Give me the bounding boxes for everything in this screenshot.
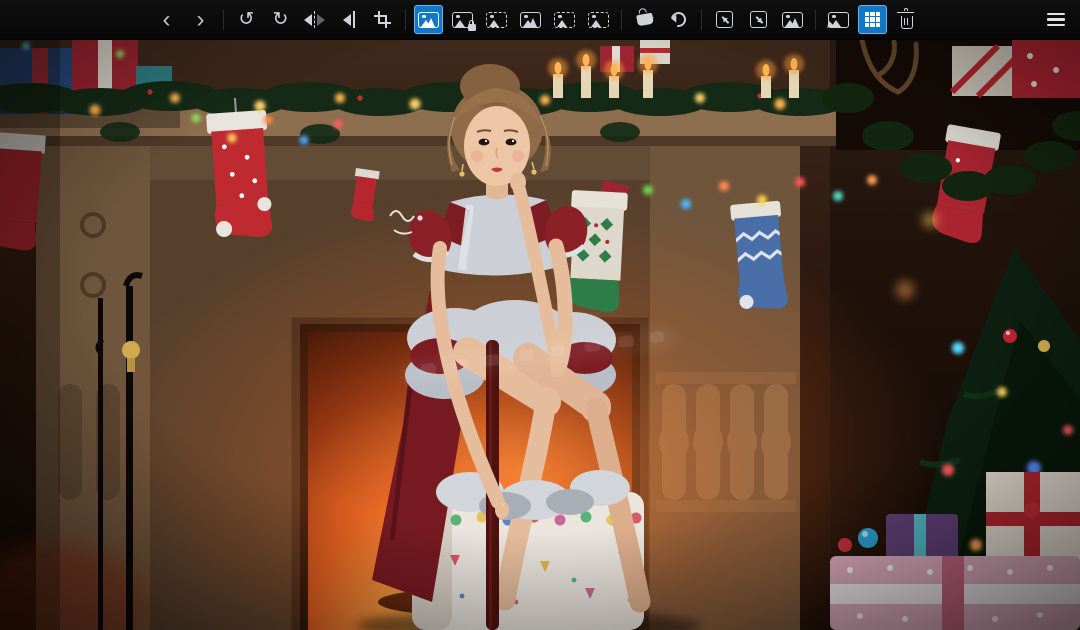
flip-vertical-icon (343, 11, 355, 28)
flip-horizontal-icon (304, 11, 325, 28)
toolbar-separator (223, 10, 224, 30)
rotate-ccw-button[interactable]: ↺ (232, 5, 261, 34)
view-mode-4-button[interactable] (516, 5, 545, 34)
actual-size-button[interactable] (778, 5, 807, 34)
image-frame-icon (418, 12, 439, 28)
trash-icon (901, 16, 913, 29)
image-frame-icon (520, 12, 541, 28)
toolbar-separator (701, 10, 702, 30)
toolbar-separator (405, 10, 406, 30)
fit-to-window-button[interactable] (414, 5, 443, 34)
shrink-to-fit-button[interactable] (710, 5, 739, 34)
vignette (0, 40, 1080, 630)
chevron-left-icon: ‹ (163, 8, 171, 32)
toolbar-separator (815, 10, 816, 30)
toolbar-group-view-modes (414, 5, 613, 34)
image-frame-dashed-icon (554, 12, 575, 28)
flip-horizontal-button[interactable] (300, 5, 329, 34)
hamburger-menu-icon (1047, 13, 1065, 27)
lock-zoom-button[interactable] (448, 5, 477, 34)
flip-vertical-button[interactable] (334, 5, 363, 34)
rotate-cw-icon: ↻ (273, 10, 289, 29)
set-wallpaper-button[interactable] (824, 5, 853, 34)
image-lock-icon (452, 12, 473, 28)
toolbar-group-scale (710, 5, 807, 34)
toolbar-group-transform: ↺ ↻ (232, 5, 397, 34)
image-export-icon (828, 12, 849, 28)
crop-icon (374, 11, 391, 28)
crop-button[interactable] (368, 5, 397, 34)
app-window: ‹ › ↺ ↻ (0, 0, 1080, 630)
image-viewer-canvas[interactable] (0, 40, 1080, 630)
toolbar-group-manage (824, 5, 921, 34)
next-button[interactable]: › (186, 5, 215, 34)
rotate-ccw-icon: ↺ (239, 10, 255, 29)
enlarge-icon (750, 11, 767, 28)
view-mode-5-button[interactable] (550, 5, 579, 34)
grid-icon (865, 12, 881, 28)
shrink-icon (716, 11, 733, 28)
thumbnail-grid-button[interactable] (858, 5, 887, 34)
toolbar-separator (621, 10, 622, 30)
rotate-cw-button[interactable]: ↻ (266, 5, 295, 34)
edge-shade-left (0, 40, 60, 630)
image-frame-dashed-icon (486, 12, 507, 28)
view-mode-6-button[interactable] (584, 5, 613, 34)
restore-button[interactable] (664, 5, 693, 34)
circular-arrow-icon (668, 9, 689, 30)
previous-button[interactable]: ‹ (152, 5, 181, 34)
photo-content (0, 40, 1080, 630)
paint-icon (636, 13, 654, 27)
paint-button[interactable] (630, 5, 659, 34)
enlarge-to-fit-button[interactable] (744, 5, 773, 34)
chevron-right-icon: › (197, 8, 205, 32)
toolbar: ‹ › ↺ ↻ (0, 0, 1080, 40)
image-frame-dashed-icon (588, 12, 609, 28)
image-frame-icon (782, 12, 803, 28)
toolbar-group-navigate: ‹ › (152, 5, 215, 34)
toolbar-group-edit (630, 5, 693, 34)
menu-button[interactable] (1041, 5, 1070, 34)
delete-button[interactable] (892, 5, 921, 34)
view-mode-3-button[interactable] (482, 5, 511, 34)
